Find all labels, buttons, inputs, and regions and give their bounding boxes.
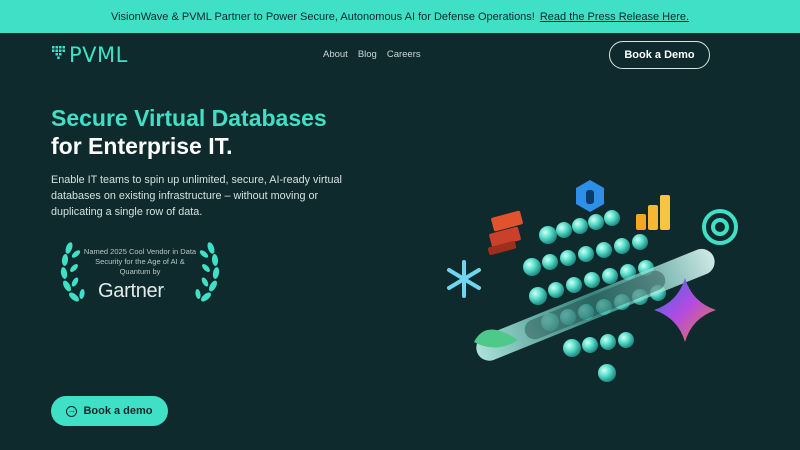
press-release-link[interactable]: Read the Press Release Here. [540,11,689,23]
badge-text: Named 2025 Cool Vendor in Data Security … [83,247,197,276]
nav-link-careers[interactable]: Careers [387,49,421,60]
hero-description: Enable IT teams to spin up unlimited, se… [51,174,342,218]
nav-link-blog[interactable]: Blog [358,49,377,60]
pvml-logo-icon [52,46,65,59]
nav-links: About Blog Careers [323,49,421,60]
book-demo-button[interactable]: Book a Demo [609,41,710,69]
hero-title: Secure Virtual Databases for Enterprise … [51,104,327,160]
hex-icon [576,180,604,212]
top-nav: PVML About Blog Careers Book a Demo [0,33,800,77]
bar-chart-icon [636,195,670,230]
gartner-wordmark: Gartner [98,280,164,302]
book-demo-cta-button[interactable]: → Book a demo [51,396,168,426]
gartner-badge: Named 2025 Cool Vendor in Data Security … [60,240,220,310]
logo-text: PVML [69,43,128,67]
gartner-logo: Gartner. [98,280,166,302]
announcement-text: VisionWave & PVML Partner to Power Secur… [110,10,535,23]
logo[interactable]: PVML [52,43,128,67]
stack-icon [487,210,523,256]
openai-icon [702,209,738,245]
hero-title-line1: Secure Virtual Databases [51,105,327,131]
cta-label: Book a demo [83,405,153,417]
hero-illustration [447,180,738,382]
snowflake-icon [447,260,481,298]
hero-title-line2: for Enterprise IT. [51,133,233,159]
arrow-right-icon: → [66,405,78,417]
nav-link-about[interactable]: About [323,49,348,60]
announcement-bar: VisionWave & PVML Partner to Power Secur… [0,0,800,33]
